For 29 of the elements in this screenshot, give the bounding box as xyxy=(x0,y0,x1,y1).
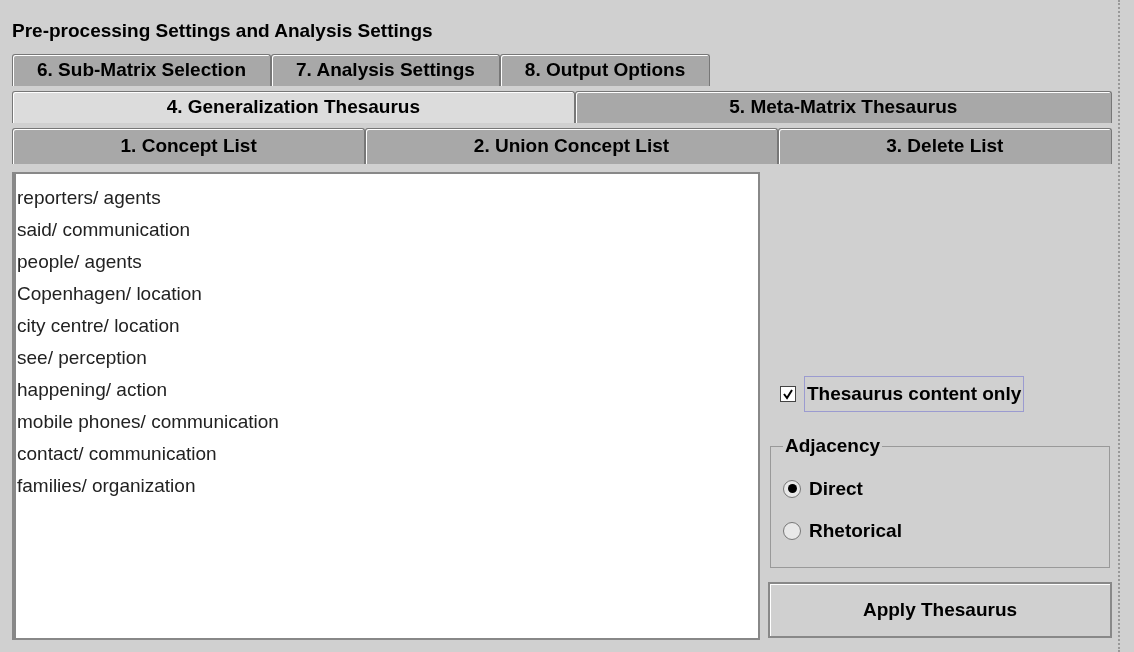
tab[interactable]: 7. Analysis Settings xyxy=(271,54,500,86)
radio-button[interactable] xyxy=(783,479,801,498)
list-item[interactable]: contact/ communication xyxy=(17,438,758,470)
concept-list[interactable] xyxy=(12,172,760,640)
tab[interactable]: 4. Generalization Thesaurus xyxy=(12,91,575,123)
checkbox[interactable] xyxy=(780,385,796,402)
list-item[interactable]: see/ perception xyxy=(17,342,758,374)
tab[interactable]: 8. Output Options xyxy=(499,54,711,86)
group-title: Adjacency xyxy=(784,434,882,458)
checkmark-icon xyxy=(782,387,794,400)
apply-thesaurus-button[interactable]: Apply Thesaurus xyxy=(768,582,1112,638)
list-item[interactable]: families/ organization xyxy=(17,470,758,502)
list-item[interactable]: said/ communication xyxy=(17,214,758,246)
radio-label[interactable]: Direct xyxy=(809,474,863,503)
tab[interactable]: 3. Delete List xyxy=(777,128,1112,164)
tab[interactable]: 2. Union Concept List xyxy=(365,128,778,164)
tab[interactable]: 6. Sub-Matrix Selection xyxy=(12,54,272,86)
list-item[interactable]: happening/ action xyxy=(17,374,758,406)
list-item[interactable]: Copenhagen/ location xyxy=(17,278,758,310)
list-item[interactable]: reporters/ agents xyxy=(17,182,758,214)
list-item[interactable]: city centre/ location xyxy=(17,310,758,342)
list-item[interactable]: people/ agents xyxy=(17,246,758,278)
tab[interactable]: 5. Meta-Matrix Thesaurus xyxy=(574,91,1112,123)
list-item[interactable]: mobile phones/ communication xyxy=(17,406,758,438)
radio-label[interactable]: Rhetorical xyxy=(809,517,902,546)
tab[interactable]: 1. Concept List xyxy=(12,128,366,164)
radio-button[interactable] xyxy=(783,522,801,541)
checkbox-label[interactable]: Thesaurus content only xyxy=(804,375,1025,412)
panel-title: Pre-processing Settings and Analysis Settings xyxy=(12,19,434,43)
